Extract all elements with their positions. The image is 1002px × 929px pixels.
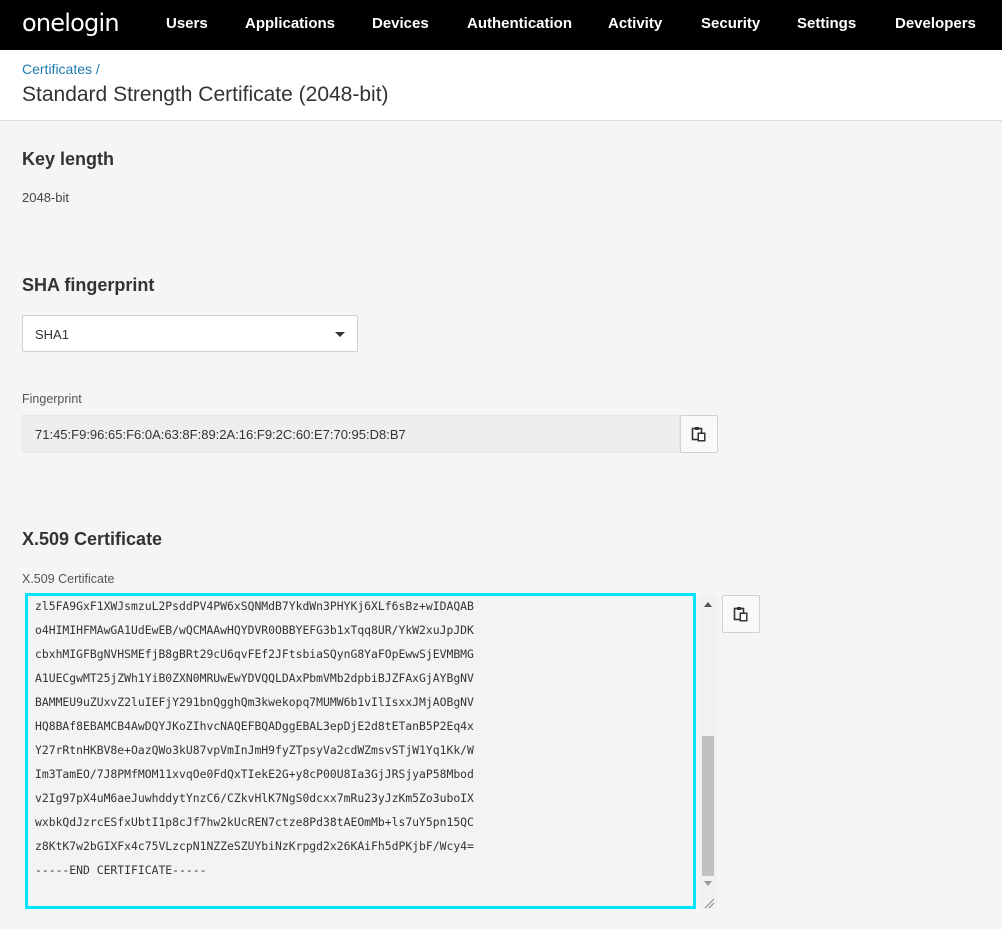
cert-line: -----END CERTIFICATE-----: [35, 863, 207, 877]
page-header: Certificates / Standard Strength Certifi…: [0, 50, 1002, 121]
cert-line: HQ8BAf8EBAMCB4AwDQYJKoZIhvcNAQEFBQADggEB…: [35, 719, 474, 733]
cert-line: v2Ig97pX4uM6aeJuwhddytYnzC6/CZkvHlK7NgS0…: [35, 791, 474, 805]
cert-line: cbxhMIGFBgNVHSMEfjB8gBRt29cU6qvFEf2JFtsb…: [35, 647, 474, 661]
x509-label: X.509 Certificate: [22, 572, 115, 586]
copy-certificate-button[interactable]: [722, 595, 760, 633]
key-length-value: 2048-bit: [22, 190, 69, 205]
cert-line: wxbkQdJzrcESfxUbtI1p8cJf7hw2kUcREN7ctze8…: [35, 815, 474, 829]
nav-devices[interactable]: Devices: [372, 15, 429, 32]
nav-activity[interactable]: Activity: [608, 15, 662, 32]
scrollbar-thumb[interactable]: [702, 736, 714, 876]
cert-line: Y27rRtnHKBV8e+OazQWo3kU87vpVmInJmH9fyZTp…: [35, 743, 474, 757]
top-nav: onelogin Users Applications Devices Auth…: [0, 0, 1002, 50]
cert-line: zl5FA9GxF1XWJsmzuL2PsddPV4PW6xSQNMdB7Ykd…: [35, 599, 474, 613]
cert-line: o4HIMIHFMAwGA1UdEwEB/wQCMAAwHQYDVR0OBBYE…: [35, 623, 474, 637]
cert-line: A1UECgwMT25jZWh1YiB0ZXN0MRUwEwYDVQQLDAxP…: [35, 671, 474, 685]
nav-applications[interactable]: Applications: [245, 15, 335, 32]
nav-developers[interactable]: Developers: [895, 15, 976, 32]
breadcrumb-certificates-link[interactable]: Certificates: [22, 61, 92, 77]
nav-security[interactable]: Security: [701, 15, 760, 32]
x509-heading: X.509 Certificate: [22, 529, 163, 549]
copy-fingerprint-button[interactable]: [680, 415, 718, 453]
sha-algorithm-select[interactable]: SHA1: [22, 315, 358, 352]
scroll-up-arrow-icon[interactable]: [704, 602, 712, 607]
key-length-heading: Key length: [22, 149, 115, 169]
clipboard-icon: [691, 427, 706, 442]
nav-authentication[interactable]: Authentication: [467, 15, 572, 32]
resize-grip-icon[interactable]: [703, 897, 715, 909]
certificate-text: zl5FA9GxF1XWJsmzuL2PsddPV4PW6xSQNMdB7Ykd…: [35, 596, 474, 882]
breadcrumb: Certificates /: [22, 61, 100, 77]
sha-fingerprint-heading: SHA fingerprint: [22, 275, 155, 295]
fingerprint-label: Fingerprint: [22, 392, 82, 406]
nav-settings[interactable]: Settings: [797, 15, 856, 32]
clipboard-icon: [733, 607, 748, 622]
fingerprint-field[interactable]: 71:45:F9:96:65:F6:0A:63:8F:89:2A:16:F9:2…: [22, 415, 680, 453]
breadcrumb-separator: /: [95, 61, 100, 77]
cert-line: BAMMEU9uZUxvZ2luIEFjY291bnQgghQm3kwekopq…: [35, 695, 474, 709]
scroll-down-arrow-icon[interactable]: [704, 881, 712, 886]
cert-line: z8KtK7w2bGIXFx4c75VLzcpN1NZZeSZUYbiNzKrp…: [35, 839, 474, 853]
sha-selected-value: SHA1: [35, 327, 69, 342]
certificate-scrollbar[interactable]: [699, 595, 717, 909]
fingerprint-value: 71:45:F9:96:65:F6:0A:63:8F:89:2A:16:F9:2…: [35, 427, 406, 442]
nav-users[interactable]: Users: [166, 15, 208, 32]
page-title: Standard Strength Certificate (2048-bit): [22, 83, 389, 106]
caret-down-icon: [335, 332, 345, 337]
onelogin-logo[interactable]: onelogin: [22, 9, 120, 37]
cert-line: Im3TamEO/7J8PMfMOM11xvqOe0FdQxTIekE2G+y8…: [35, 767, 474, 781]
x509-certificate-textarea[interactable]: zl5FA9GxF1XWJsmzuL2PsddPV4PW6xSQNMdB7Ykd…: [25, 593, 696, 909]
